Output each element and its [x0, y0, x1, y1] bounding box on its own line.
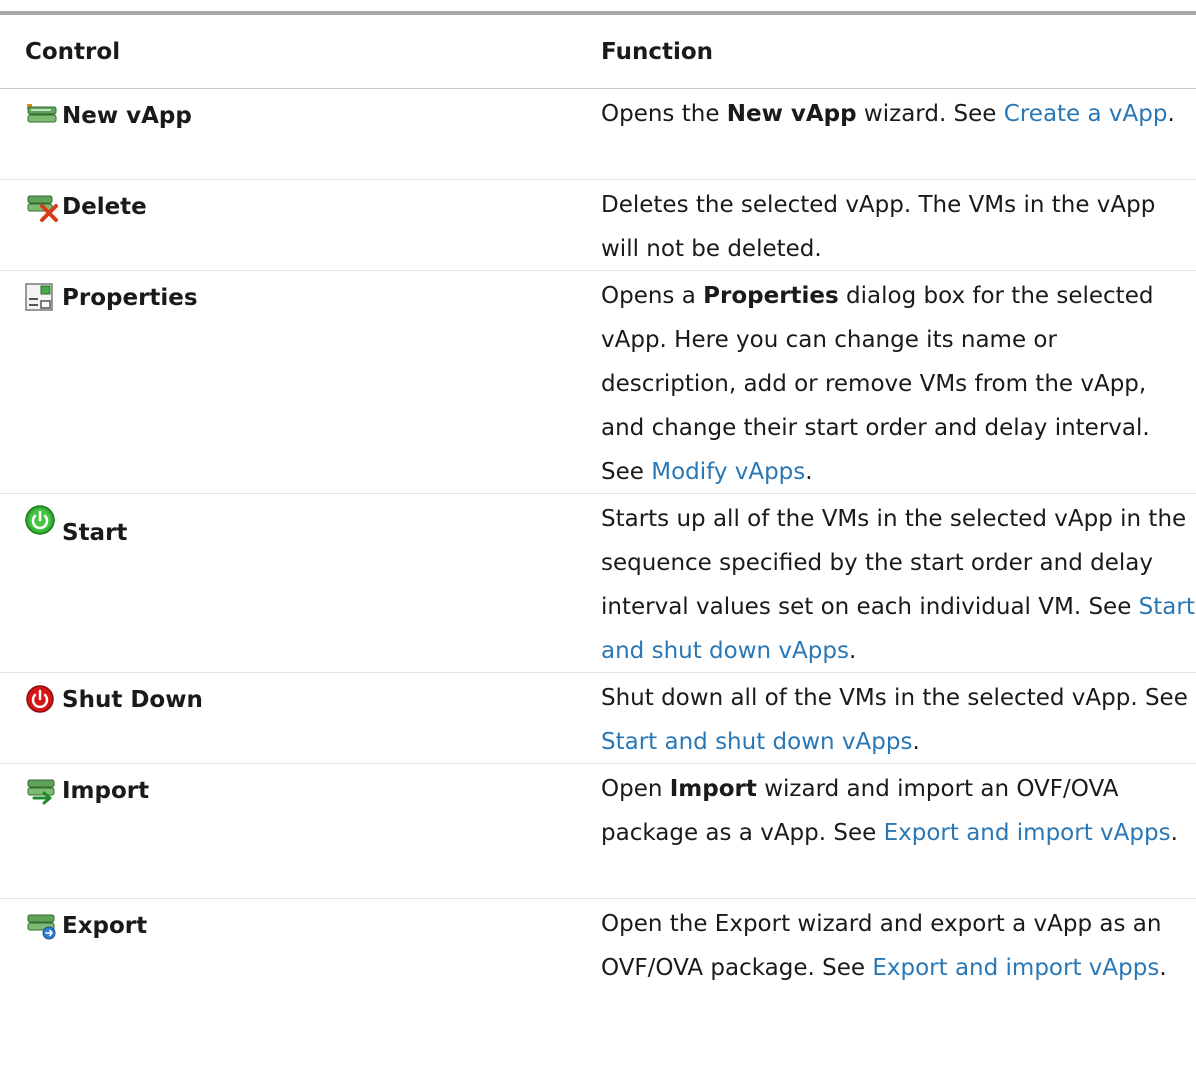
header-function: Function — [601, 38, 714, 65]
desc-text: Open — [601, 776, 670, 802]
desc-text: . — [1167, 101, 1175, 127]
desc-text: . — [805, 459, 813, 485]
delete-vapp-icon — [27, 195, 58, 222]
desc-text: Starts up all of the VMs in the selected… — [601, 506, 1187, 620]
control-cell: New vApp — [0, 89, 601, 131]
desc-text: Shut down all of the VMs in the selected… — [601, 685, 1188, 711]
function-cell: Shut down all of the VMs in the selected… — [601, 673, 1196, 767]
control-label: Properties — [62, 285, 198, 311]
desc-bold: Import — [669, 776, 757, 802]
table-row: Shut Down Shut down all of the VMs in th… — [0, 673, 1196, 764]
control-label: Delete — [62, 194, 147, 220]
header-control: Control — [25, 38, 121, 65]
desc-text: . — [1170, 820, 1178, 846]
function-cell: Open the Export wizard and export a vApp… — [601, 899, 1196, 993]
control-cell: Export — [0, 899, 601, 941]
control-cell: Properties — [0, 271, 601, 313]
control-cell: Import — [0, 764, 601, 806]
desc-text: Opens a — [601, 283, 704, 309]
control-label: Export — [62, 913, 148, 939]
function-cell: Opens a Properties dialog box for the se… — [601, 271, 1196, 497]
table-row: Delete Deletes the selected vApp. The VM… — [0, 180, 1196, 271]
control-label: Shut Down — [62, 687, 203, 713]
desc-bold: Properties — [703, 283, 839, 309]
start-shutdown-link[interactable]: Start and shut down vApps — [601, 729, 912, 755]
table-row: Properties Opens a Properties dialog box… — [0, 271, 1196, 494]
control-cell: Shut Down — [0, 673, 601, 715]
import-vapp-icon — [27, 779, 55, 805]
function-cell: Opens the New vApp wizard. See Create a … — [601, 89, 1196, 139]
export-vapp-icon — [27, 914, 56, 940]
control-cell: Delete — [0, 180, 601, 222]
create-vapp-link[interactable]: Create a vApp — [1004, 101, 1168, 127]
function-cell: Starts up all of the VMs in the selected… — [601, 494, 1196, 676]
desc-text: . — [912, 729, 920, 755]
properties-icon — [25, 283, 53, 311]
table-row: Start Starts up all of the VMs in the se… — [0, 494, 1196, 673]
desc-bold: New vApp — [726, 101, 857, 127]
control-label: Start — [62, 520, 128, 546]
desc-text: wizard. See — [856, 101, 1004, 127]
export-import-link[interactable]: Export and import vApps — [872, 955, 1159, 981]
desc-text: Deletes the selected vApp. The VMs in th… — [601, 192, 1156, 262]
control-cell: Start — [0, 494, 601, 546]
desc-text: . — [848, 638, 857, 664]
function-cell: Deletes the selected vApp. The VMs in th… — [601, 180, 1196, 274]
control-label: Import — [62, 778, 150, 804]
shutdown-power-icon — [26, 685, 54, 713]
desc-text: dialog box for the selected vApp. Here y… — [601, 283, 1154, 485]
table-row: Import Open Import wizard and import an … — [0, 764, 1196, 899]
start-power-icon — [25, 505, 55, 535]
table-header: Control Function — [0, 15, 1196, 89]
desc-text: . — [1159, 955, 1167, 981]
table-row: Export Open the Export wizard and export… — [0, 899, 1196, 1033]
desc-text: Opens the — [601, 101, 727, 127]
control-label: New vApp — [62, 103, 192, 129]
table-row: New vApp Opens the New vApp wizard. See … — [0, 89, 1196, 180]
export-import-link[interactable]: Export and import vApps — [884, 820, 1171, 846]
function-cell: Open Import wizard and import an OVF/OVA… — [601, 764, 1196, 858]
modify-vapps-link[interactable]: Modify vApps — [651, 459, 805, 485]
vapp-controls-table: Control Function New vApp Opens the New … — [0, 11, 1196, 1033]
new-vapp-icon — [27, 104, 57, 123]
